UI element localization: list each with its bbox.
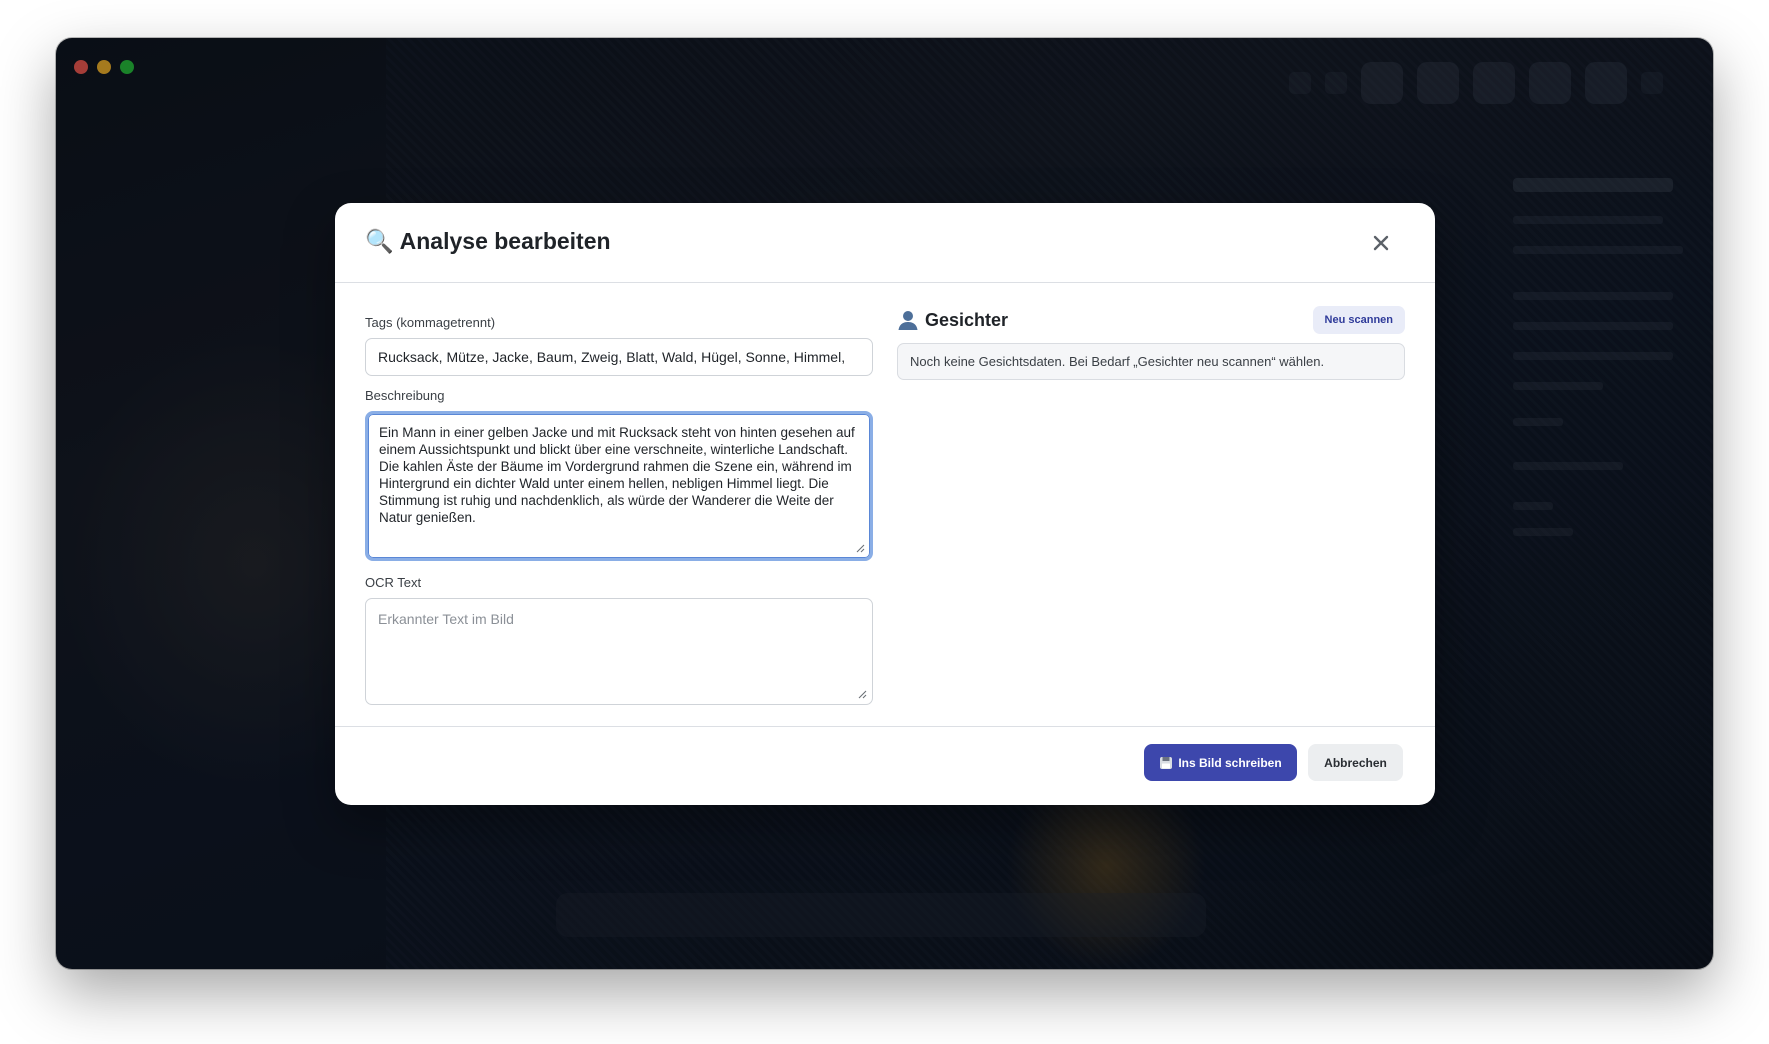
floppy-disk-icon	[1160, 756, 1173, 769]
resize-grip-icon[interactable]	[855, 543, 865, 553]
tags-input[interactable]: Rucksack, Mütze, Jacke, Baum, Zweig, Bla…	[365, 338, 873, 376]
edit-analysis-dialog: 🔍 Analyse bearbeiten Tags (kommagetrennt…	[335, 203, 1435, 805]
analysis-form: Tags (kommagetrennt) Rucksack, Mütze, Ja…	[365, 315, 873, 705]
description-label: Beschreibung	[365, 388, 445, 403]
write-to-image-button[interactable]: Ins Bild schreiben	[1144, 744, 1297, 781]
cancel-button[interactable]: Abbrechen	[1308, 744, 1403, 781]
dialog-title: 🔍 Analyse bearbeiten	[365, 227, 611, 255]
write-to-image-label: Ins Bild schreiben	[1178, 755, 1282, 770]
dialog-title-text: Analyse bearbeiten	[399, 228, 611, 254]
person-icon	[898, 311, 918, 330]
tags-label: Tags (kommagetrennt)	[365, 315, 496, 330]
faces-section: Gesichter Neu scannen Noch keine Gesicht…	[897, 306, 1405, 380]
faces-info-text: Noch keine Gesichtsdaten. Bei Bedarf „Ge…	[897, 343, 1405, 380]
rescan-button[interactable]: Neu scannen	[1312, 306, 1405, 334]
footer-divider	[335, 726, 1435, 727]
close-button[interactable]	[1367, 229, 1395, 257]
ocr-textarea[interactable]: Erkannter Text im Bild	[365, 598, 873, 705]
ocr-label: OCR Text	[365, 575, 422, 590]
magnifier-icon: 🔍	[365, 228, 394, 254]
resize-grip-icon[interactable]	[857, 689, 867, 699]
ocr-placeholder: Erkannter Text im Bild	[378, 611, 514, 627]
faces-title-text: Gesichter	[925, 309, 1009, 330]
description-text: Ein Mann in einer gelben Jacke und mit R…	[379, 425, 855, 525]
faces-header: Gesichter Neu scannen	[897, 306, 1405, 334]
faces-title: Gesichter	[897, 309, 1008, 331]
dialog-header: 🔍 Analyse bearbeiten	[335, 203, 1435, 283]
close-icon	[1373, 235, 1389, 251]
description-textarea[interactable]: Ein Mann in einer gelben Jacke und mit R…	[365, 411, 873, 561]
